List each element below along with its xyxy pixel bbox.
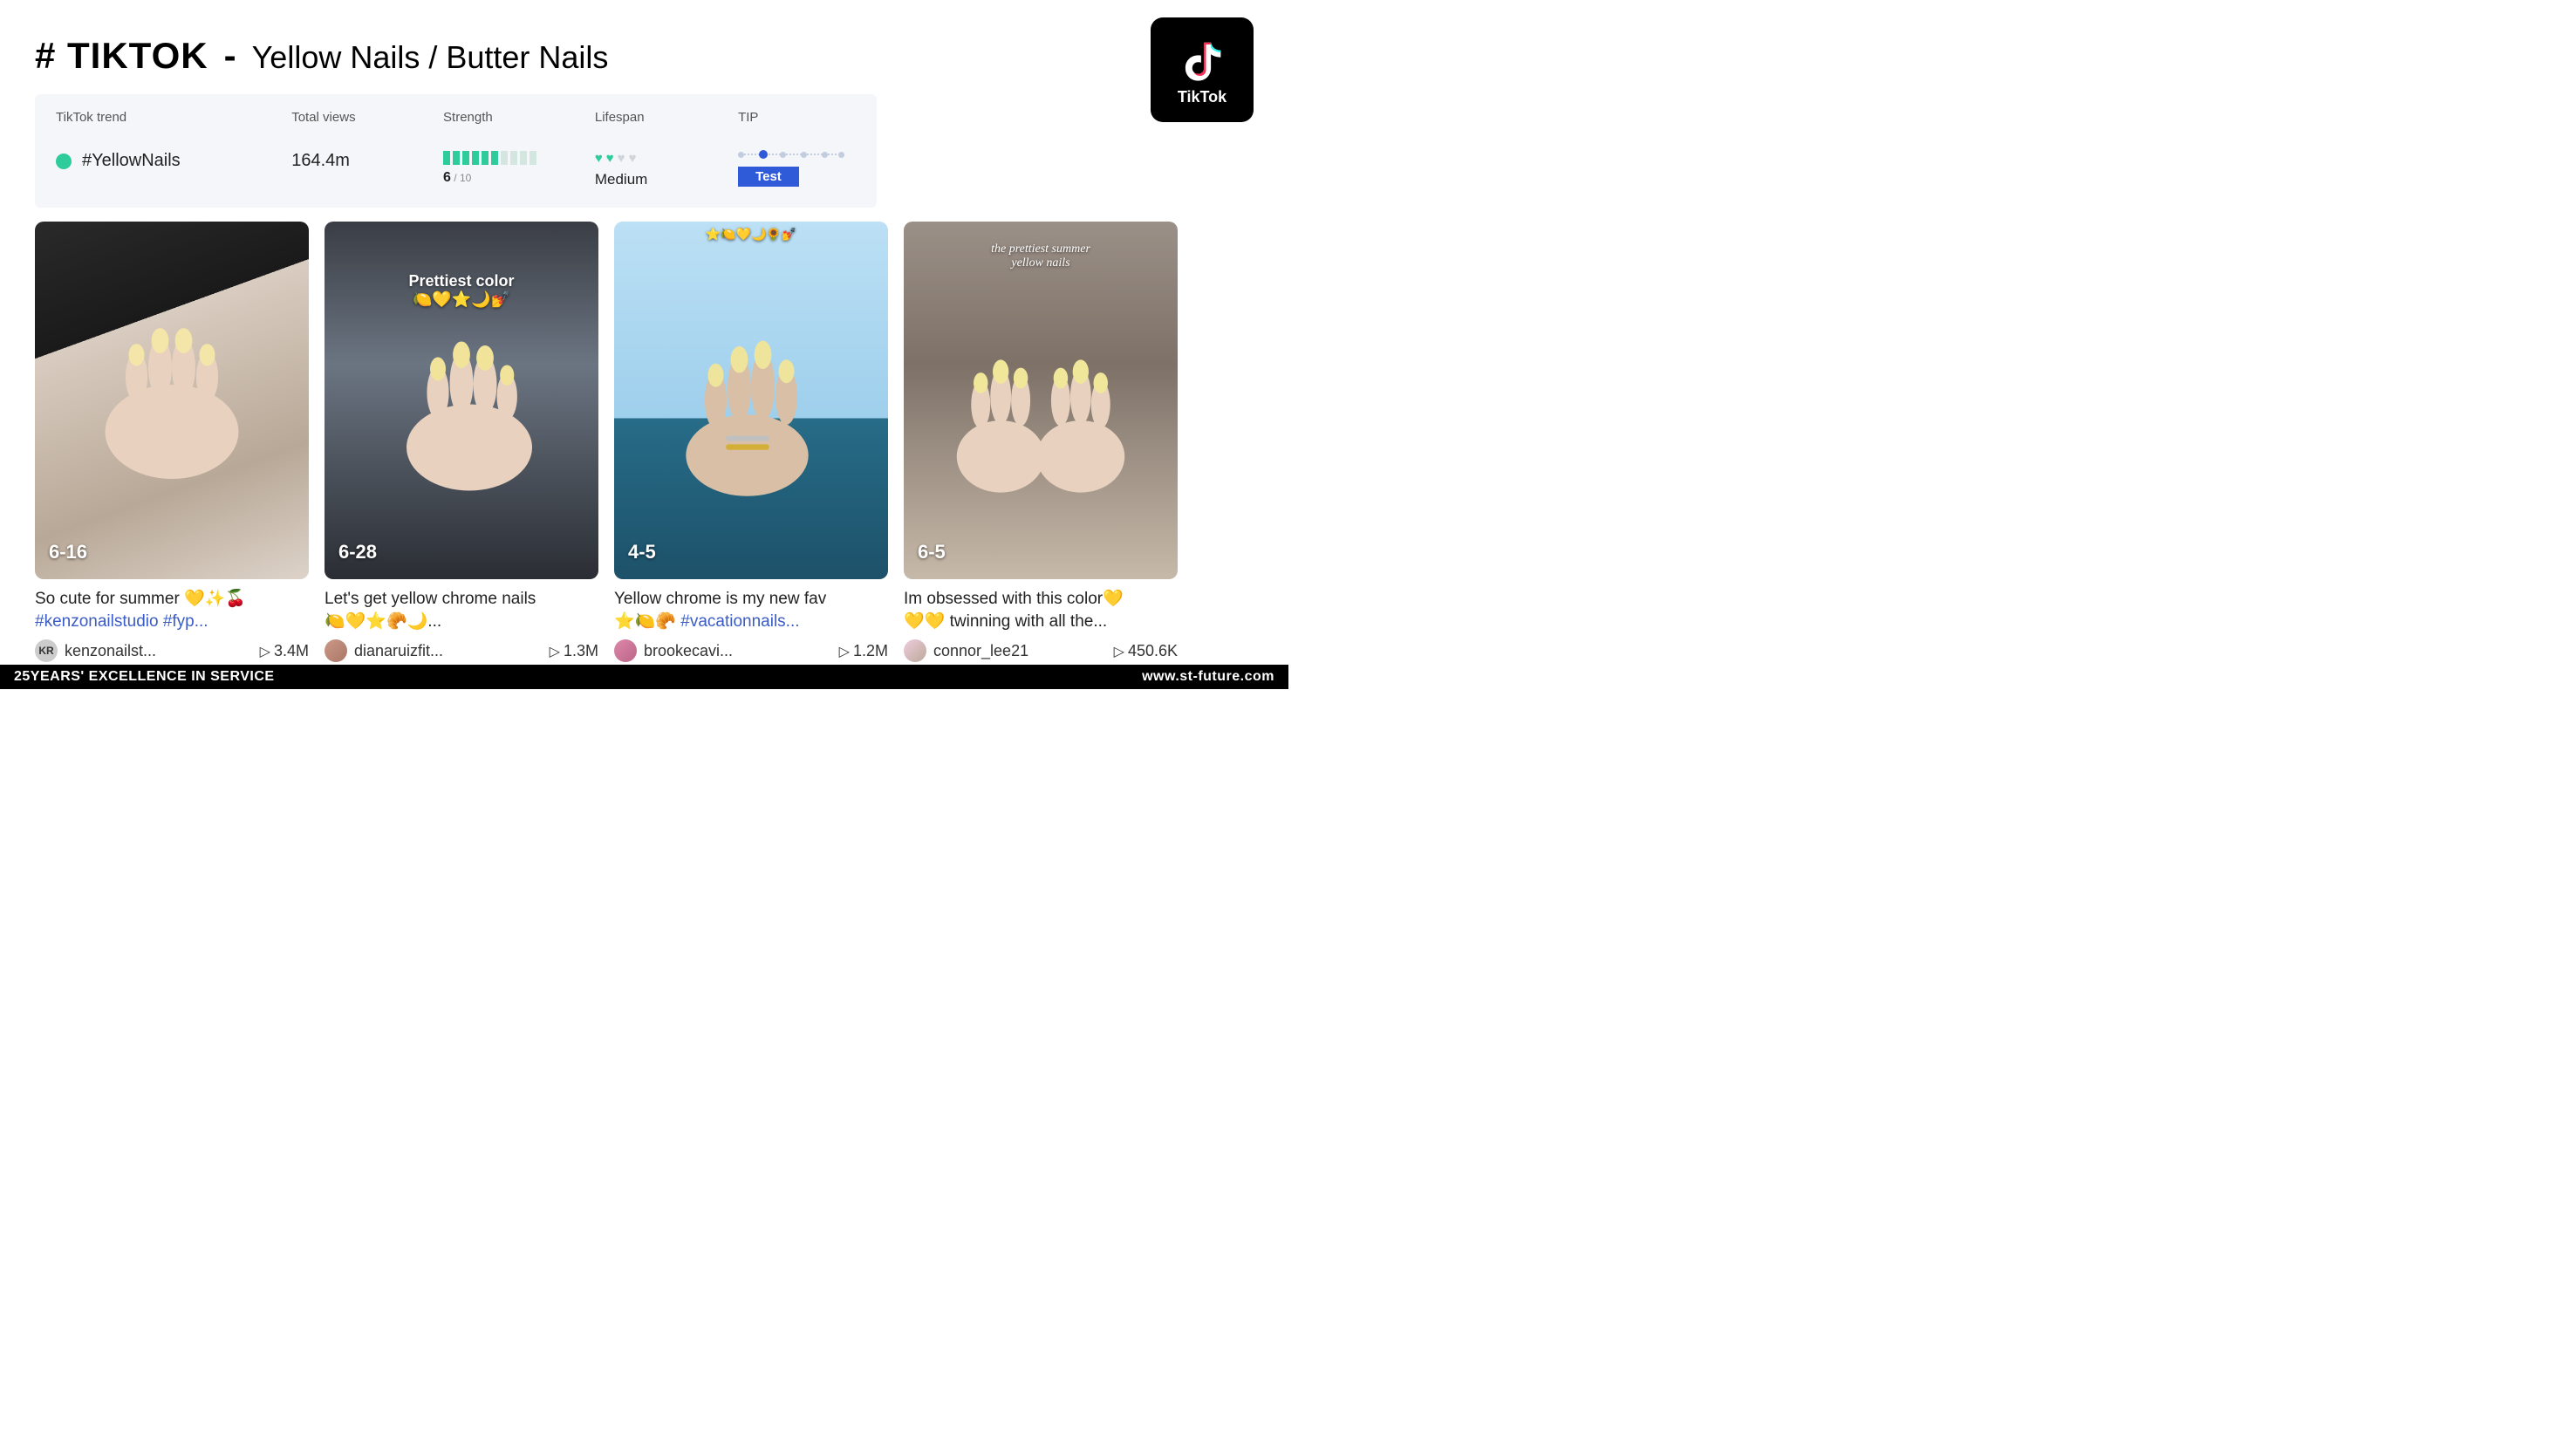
post-thumbnail[interactable]: Prettiest color🍋💛⭐🌙💅 6-28 [325,222,598,579]
slide-footer: 25YEARS' EXCELLENCE IN SERVICE www.st-fu… [0,665,1288,689]
avatar[interactable] [325,639,347,662]
post-username[interactable]: kenzonailst... [65,642,156,660]
post-hashtags[interactable]: #vacationnails... [680,612,799,631]
post-card: ⭐🍋💛🌙🌻💅 4-5 Yellow chrome is my new fav ⭐… [614,222,888,662]
total-views-value: 164.4m [291,151,434,171]
tip-timeline-icon [738,151,843,158]
post-plays: ▷1.2M [839,642,888,660]
strength-value: 6 / 10 [443,170,586,186]
post-plays: ▷450.6K [1114,642,1178,660]
post-caption: So cute for summer 💛✨🍒 #kenzonailstudio … [35,588,309,632]
post-caption: Im obsessed with this color💛 💛💛 twinning… [904,588,1178,632]
title-hashtag: # TIKTOK [35,35,208,77]
post-plays: ▷1.3M [550,642,598,660]
slide-title: # TIKTOK - Yellow Nails / Butter Nails [35,35,1254,77]
post-caption: Yellow chrome is my new fav ⭐🍋🥐 #vacatio… [614,588,888,632]
play-icon: ▷ [550,645,560,659]
nails-illustration [93,298,250,502]
avatar[interactable] [614,639,637,662]
post-date: 6-28 [338,541,377,563]
post-card: Prettiest color🍋💛⭐🌙💅 6-28 Let's get yell… [325,222,598,662]
stat-head-views: Total views [291,110,434,125]
stat-head-tip: TIP [738,110,856,125]
post-card: the prettiest summer yellow nails 6-5 Im… [904,222,1178,662]
status-dot-icon [56,154,72,169]
stat-head-trend: TikTok trend [56,110,283,125]
post-date: 4-5 [628,541,656,563]
post-plays: ▷3.4M [260,642,309,660]
post-hashtags[interactable]: #kenzonailstudio #fyp... [35,612,208,631]
post-thumbnail[interactable]: ⭐🍋💛🌙🌻💅 4-5 [614,222,888,579]
avatar[interactable] [904,639,926,662]
trend-hashtag: #YellowNails [82,151,181,171]
post-caption: Let's get yellow chrome nails 🍋💛⭐🥐🌙... [325,588,598,632]
post-card: 6-16 So cute for summer 💛✨🍒 #kenzonailst… [35,222,309,662]
posts-grid: 6-16 So cute for summer 💛✨🍒 #kenzonailst… [35,222,1254,662]
title-separator: - [224,35,236,77]
stat-head-strength: Strength [443,110,586,125]
nails-illustration [383,298,540,502]
lifespan-hearts-icon: ♥♥ ♥♥ [595,151,729,166]
trend-stats-bar: TikTok trend #YellowNails Total views 16… [35,94,877,208]
title-subtitle: Yellow Nails / Butter Nails [252,39,609,76]
footer-url: www.st-future.com [1142,669,1274,685]
nails-illustration [945,297,1137,504]
post-date: 6-16 [49,541,87,563]
avatar[interactable]: KR [35,639,58,662]
thumbnail-overlay-text: ⭐🍋💛🌙🌻💅 [614,227,888,242]
post-thumbnail[interactable]: 6-16 [35,222,309,579]
tiktok-note-icon [1179,34,1226,86]
post-caption-line2: 💛💛 twinning with all the... [904,612,1107,631]
post-thumbnail[interactable]: the prettiest summer yellow nails 6-5 [904,222,1178,579]
play-icon: ▷ [260,645,270,659]
footer-tagline: 25YEARS' EXCELLENCE IN SERVICE [14,669,275,685]
post-date: 6-5 [918,541,946,563]
nails-illustration [673,298,830,502]
thumbnail-overlay-text: Prettiest color🍋💛⭐🌙💅 [325,272,598,309]
tip-badge: Test [738,167,799,187]
post-username[interactable]: brookecavi... [644,642,733,660]
post-emoji-tags: 🍋💛⭐🥐🌙... [325,612,441,631]
play-icon: ▷ [1114,645,1124,659]
thumbnail-overlay-text: the prettiest summer yellow nails [904,242,1178,270]
stat-head-lifespan: Lifespan [595,110,729,125]
post-username[interactable]: dianaruizfit... [354,642,443,660]
strength-bars-icon [443,151,586,165]
post-username[interactable]: connor_lee21 [933,642,1028,660]
tiktok-logo-text: TikTok [1178,88,1227,106]
tiktok-logo: TikTok [1151,17,1254,122]
play-icon: ▷ [839,645,850,659]
lifespan-value: Medium [595,171,729,188]
